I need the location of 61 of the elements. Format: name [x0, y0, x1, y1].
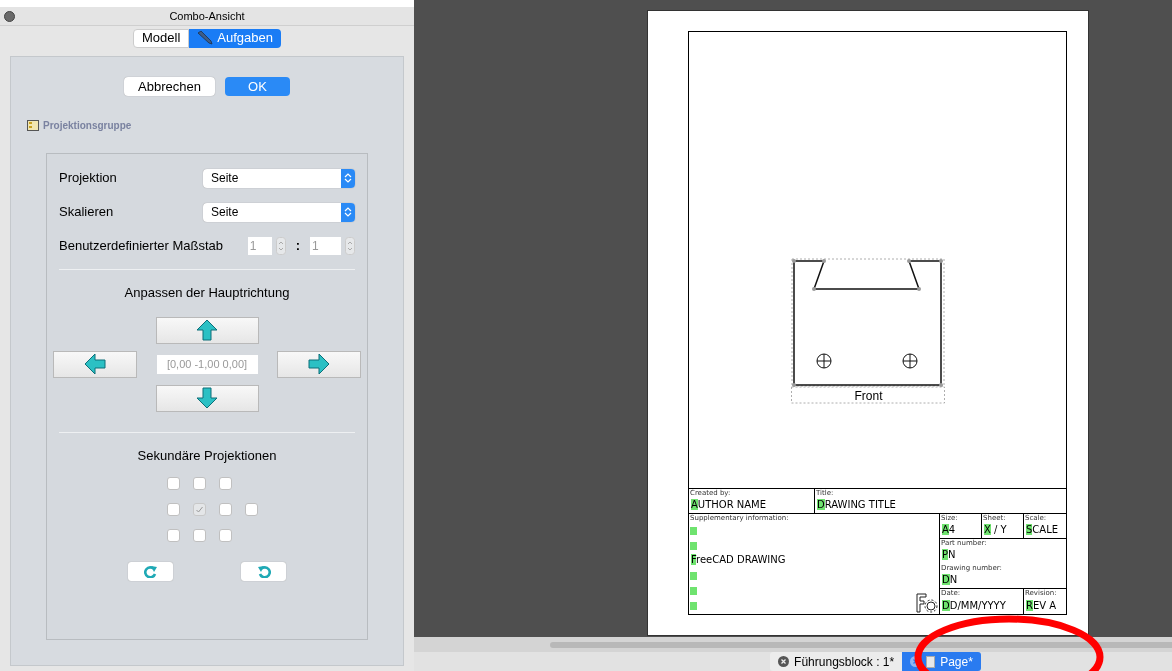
scrollbar[interactable]: [550, 641, 1172, 648]
checkbox[interactable]: [219, 477, 232, 490]
group-icon: [27, 120, 39, 131]
field-marker: [690, 572, 697, 580]
field-marker: [690, 527, 697, 535]
checkmark-icon: [195, 505, 204, 514]
panel-title: Combo-Ansicht: [169, 8, 245, 24]
group-title: Projektionsgruppe: [43, 119, 132, 133]
rotate-down-button[interactable]: [155, 384, 259, 412]
field-label: Projektion: [59, 169, 117, 188]
title-value: DRAWING TITLE: [817, 500, 897, 510]
document-tab[interactable]: Führungsblock : 1*: [770, 652, 903, 671]
field-marker: [690, 602, 697, 610]
section-heading: Sekundäre Projektionen: [136, 446, 278, 465]
scale-value: SCALE: [1026, 525, 1060, 535]
window-icon[interactable]: [4, 10, 15, 22]
cancel-button[interactable]: Abbrechen: [124, 77, 215, 96]
checkbox[interactable]: [167, 503, 180, 516]
checkbox[interactable]: [167, 529, 180, 542]
chevron-icon: [341, 202, 355, 222]
dropdown[interactable]: Seite: [203, 168, 355, 188]
date-value: DD/MM/YYYY: [942, 601, 1007, 611]
pencil-icon: [197, 31, 214, 45]
field-marker: [690, 587, 697, 595]
checkbox[interactable]: [167, 477, 180, 490]
arrow-left-icon: [84, 353, 106, 375]
checkbox[interactable]: [219, 529, 232, 542]
arrow-up-icon: [196, 319, 218, 341]
direction-field: [0,00 -1,00 0,00]: [156, 354, 258, 374]
ratio-separator: :: [295, 237, 300, 256]
section-heading: Anpassen der Hauptrichtung: [123, 284, 291, 302]
stepper-icon[interactable]: [345, 237, 355, 255]
close-icon[interactable]: [778, 656, 790, 667]
drawing-number-value: DN: [942, 575, 959, 585]
checkbox[interactable]: [219, 503, 232, 516]
dropdown[interactable]: Seite: [203, 202, 355, 222]
rotate-right-button[interactable]: [277, 350, 361, 378]
rotate-counterclockwise-icon: [256, 565, 271, 578]
arrow-right-icon: [308, 353, 330, 375]
panel-tab[interactable]: Aufgaben: [189, 28, 281, 48]
rotate-counterclockwise-button[interactable]: [241, 562, 286, 581]
page-icon: [926, 655, 936, 668]
gear-logo-icon: [916, 593, 938, 613]
view-label: Front: [853, 388, 884, 404]
stepper-icon[interactable]: [275, 237, 286, 255]
field-marker: [690, 542, 697, 550]
sheet-value: X / Y: [984, 525, 1008, 535]
rotate-up-button[interactable]: [155, 316, 259, 344]
panel-tab[interactable]: Modell: [133, 28, 190, 48]
field-label: Skalieren: [59, 203, 114, 222]
checkbox[interactable]: [193, 529, 206, 542]
chevron-icon: [341, 168, 355, 188]
arrow-down-icon: [196, 387, 218, 409]
part-number-value: PN: [942, 550, 957, 560]
rotate-clockwise-icon: [143, 565, 158, 578]
supplementary-text: FreeCAD DRAWING: [691, 555, 786, 565]
checkbox[interactable]: [245, 503, 258, 516]
rotate-clockwise-button[interactable]: [128, 562, 173, 581]
field-label: Benutzerdefinierter Maßstab: [59, 237, 224, 256]
rotate-left-button[interactable]: [53, 350, 137, 378]
checkbox[interactable]: [193, 477, 206, 490]
